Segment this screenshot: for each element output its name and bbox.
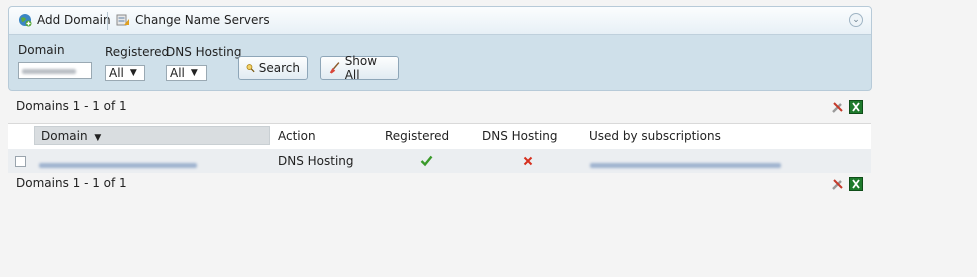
column-header-action: Action xyxy=(278,129,316,143)
row-select-checkbox[interactable] xyxy=(15,156,26,167)
column-header-used-by: Used by subscriptions xyxy=(589,129,721,143)
subscription-link[interactable] xyxy=(590,157,781,171)
dns-hosting-filter-label: DNS Hosting xyxy=(166,45,242,59)
toolbar: Add Domain Change Name Servers ⌄ xyxy=(9,7,871,35)
redacted-domain-text xyxy=(22,69,76,74)
excel-export-icon[interactable] xyxy=(849,177,863,191)
column-header-domain[interactable]: Domain ▼ xyxy=(34,126,270,145)
column-header-dns-hosting[interactable]: DNS Hosting xyxy=(482,129,558,143)
list-tools-top xyxy=(831,100,863,114)
registered-filter-label: Registered xyxy=(105,45,170,59)
search-button-label: Search xyxy=(258,61,300,75)
change-name-servers-button[interactable]: Change Name Servers xyxy=(116,13,270,27)
registered-filter-value: All xyxy=(109,66,124,80)
pagination-bottom: Domains 1 - 1 of 1 xyxy=(16,176,127,190)
change-name-servers-label: Change Name Servers xyxy=(135,13,270,27)
check-icon xyxy=(420,155,433,167)
collapse-icon[interactable]: ⌄ xyxy=(849,13,863,27)
excel-export-icon[interactable] xyxy=(849,100,863,114)
row-action: DNS Hosting xyxy=(278,154,354,168)
tools-icon[interactable] xyxy=(831,100,845,114)
filter-panel: Add Domain Change Name Servers ⌄ Domain … xyxy=(8,6,872,91)
search-button[interactable]: Search xyxy=(238,56,308,80)
table-row: DNS Hosting xyxy=(8,149,871,173)
toolbar-divider xyxy=(107,12,108,30)
show-all-button-label: Show All xyxy=(344,54,378,82)
dns-hosting-filter-select[interactable]: All ▼ xyxy=(166,65,207,81)
domain-filter-input[interactable] xyxy=(18,62,92,79)
list-tools-bottom xyxy=(831,177,863,191)
redacted-subscription-text xyxy=(590,163,781,168)
column-header-domain-label: Domain xyxy=(41,129,88,143)
add-domain-label: Add Domain xyxy=(37,13,111,27)
filters-area: Domain Registered All ▼ DNS Hosting All … xyxy=(9,35,871,90)
sort-down-icon: ▼ xyxy=(94,133,102,143)
tools-icon[interactable] xyxy=(831,177,845,191)
pagination-top: Domains 1 - 1 of 1 xyxy=(16,99,127,113)
domain-name-link[interactable] xyxy=(39,157,197,171)
cross-icon xyxy=(523,156,533,166)
search-icon xyxy=(246,64,255,73)
domains-table-header: Domain ▼ Action Registered DNS Hosting U… xyxy=(8,123,871,150)
dropdown-arrow-icon: ▼ xyxy=(129,68,137,78)
domain-filter-label: Domain xyxy=(18,43,65,57)
broom-icon xyxy=(329,62,340,74)
redacted-domain-link xyxy=(39,163,197,168)
add-domain-button[interactable]: Add Domain xyxy=(18,13,111,27)
name-servers-icon xyxy=(116,14,129,26)
registered-filter-select[interactable]: All ▼ xyxy=(105,65,145,81)
column-header-registered[interactable]: Registered xyxy=(385,129,449,143)
dropdown-arrow-icon: ▼ xyxy=(190,68,198,78)
dns-hosting-filter-value: All xyxy=(170,66,185,80)
show-all-button[interactable]: Show All xyxy=(320,54,399,82)
globe-add-icon xyxy=(19,14,32,27)
